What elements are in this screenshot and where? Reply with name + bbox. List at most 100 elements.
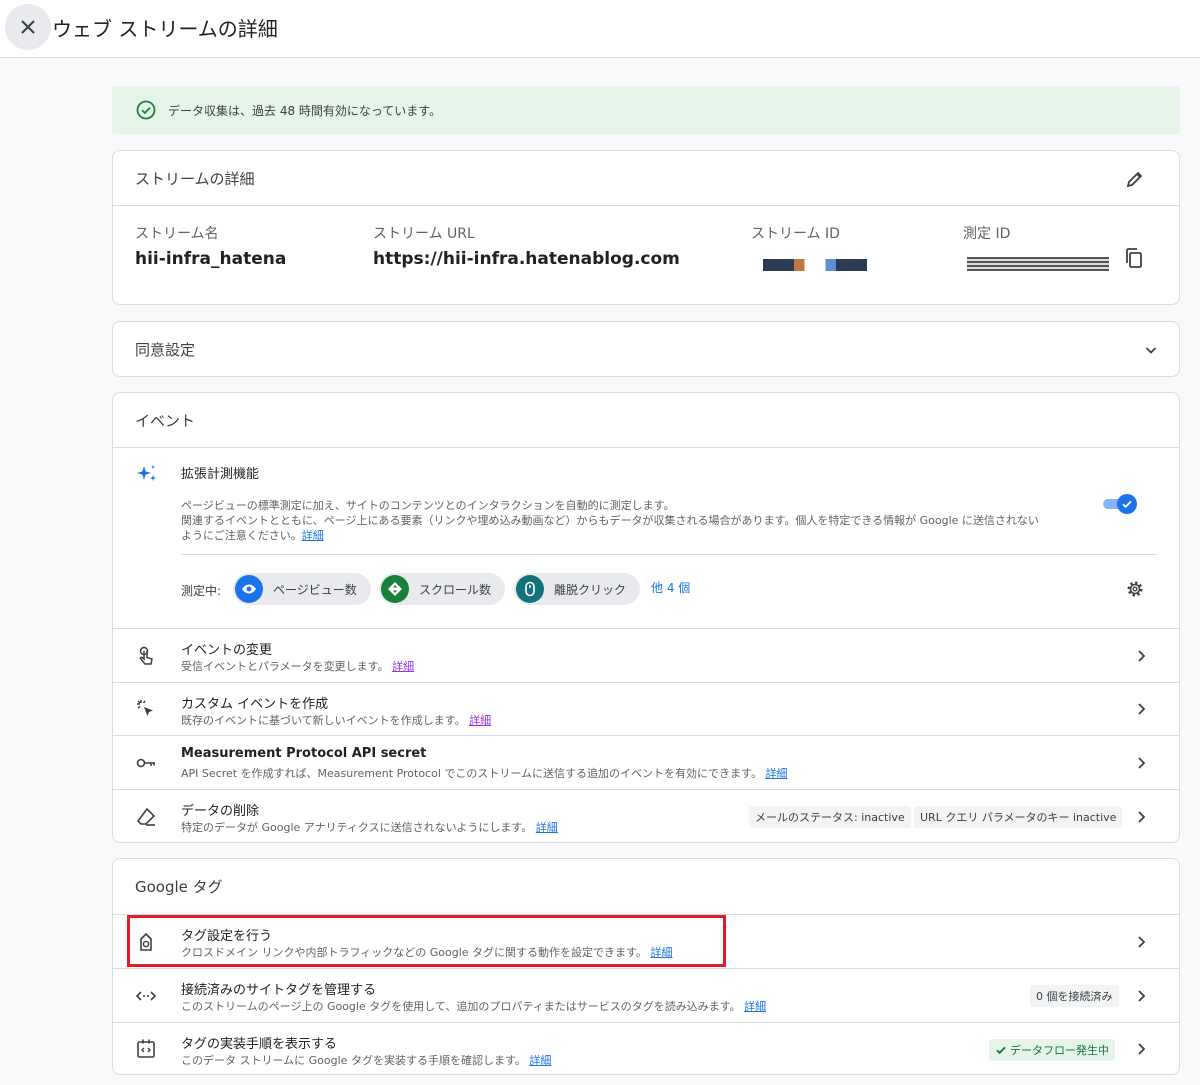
settings-button[interactable] (1125, 579, 1145, 599)
stream-name-label: ストリーム名 (135, 226, 219, 242)
row-configure-tag[interactable]: タグ設定を行う クロスドメイン リンクや内部トラフィックなどの Google タ… (113, 914, 1179, 968)
enhanced-desc-line2: 関連するイベントとともに、ページ上にある要素（リンクや埋め込み動画など）からもデ… (181, 514, 1039, 527)
learn-more-link[interactable]: 詳細 (650, 946, 672, 959)
page-title: ウェブ ストリームの詳細 (52, 17, 278, 41)
stream-details-title: ストリームの詳細 (135, 170, 255, 188)
row-title: タグ設定を行う (181, 929, 273, 944)
enhanced-measurement-toggle[interactable] (1101, 493, 1139, 515)
check-icon (996, 1046, 1006, 1055)
stream-id-label: ストリーム ID (751, 226, 840, 242)
gear-icon (1127, 581, 1143, 597)
chevron-right-icon (1133, 701, 1149, 717)
enhanced-desc-line3: ようにご注意ください。詳細 (181, 529, 324, 542)
row-data-redaction[interactable]: データの削除 特定のデータが Google アナリティクスに送信されないようにし… (113, 789, 1179, 843)
row-desc: 既存のイベントに基づいて新しいイベントを作成します。 詳細 (181, 714, 492, 727)
scroll-icon (381, 575, 409, 603)
expand-button[interactable] (1143, 342, 1159, 358)
stream-url-value: https://hii-infra.hatenablog.com (373, 249, 680, 269)
pencil-icon (1126, 171, 1143, 188)
check-icon (1122, 500, 1132, 509)
edit-button[interactable] (1125, 169, 1145, 189)
header: ウェブ ストリームの詳細 (0, 0, 1200, 58)
chip-label: スクロール数 (419, 582, 492, 597)
chip-page-views[interactable]: ページビュー数 (233, 573, 371, 605)
row-title: イベントの変更 (181, 643, 273, 658)
learn-more-link[interactable]: 詳細 (392, 660, 414, 673)
code-icon (135, 985, 157, 1007)
status-banner: データ収集は、過去 48 時間有効になっています。 (112, 86, 1180, 134)
google-tag-card: Google タグ タグ設定を行う クロスドメイン リンクや内部トラフィックなど… (112, 858, 1180, 1075)
measuring-label: 測定中: (181, 584, 222, 598)
measurement-id-label: 測定 ID (963, 226, 1011, 242)
row-title: カスタム イベントを作成 (181, 697, 329, 712)
key-icon (135, 752, 157, 774)
data-flow-status-badge: データフロー発生中 (989, 1039, 1115, 1061)
more-chips-link[interactable]: 他 4 個 (651, 579, 690, 596)
row-measurement-protocol[interactable]: Measurement Protocol API secret API Secr… (113, 735, 1179, 789)
tag-icon (135, 931, 157, 953)
enhanced-measurement-title: 拡張計測機能 (181, 467, 260, 482)
row-desc: API Secret を作成すれば、Measurement Protocol で… (181, 767, 788, 780)
chevron-right-icon (1133, 1041, 1149, 1057)
row-desc: 特定のデータが Google アナリティクスに送信されないようにします。 詳細 (181, 821, 558, 834)
learn-more-link[interactable]: 詳細 (744, 1000, 766, 1013)
learn-more-link[interactable]: 詳細 (536, 821, 558, 834)
learn-more-link[interactable]: 詳細 (302, 529, 324, 542)
sparkle-icon (135, 463, 159, 487)
enhanced-desc-line1: ページビューの標準測定に加え、サイトのコンテンツとのインタラクションを自動的に測… (181, 499, 675, 512)
connected-count-badge: 0 個を接続済み (1030, 985, 1119, 1007)
consent-title: 同意設定 (135, 341, 196, 359)
learn-more-link[interactable]: 詳細 (529, 1054, 551, 1067)
row-title: データの削除 (181, 804, 260, 819)
chip-scrolls[interactable]: スクロール数 (379, 573, 506, 605)
row-desc: クロスドメイン リンクや内部トラフィックなどの Google タグに関する動作を… (181, 946, 673, 959)
learn-more-link[interactable]: 詳細 (765, 767, 787, 780)
stream-url-label: ストリーム URL (373, 226, 475, 242)
copy-button[interactable] (1123, 247, 1145, 269)
chip-label: ページビュー数 (273, 582, 357, 597)
copy-icon (1126, 248, 1142, 268)
chevron-right-icon (1133, 755, 1149, 771)
close-icon (21, 20, 35, 34)
chevron-down-icon (1145, 347, 1157, 354)
chevron-right-icon (1133, 934, 1149, 950)
click-icon (135, 698, 157, 720)
row-desc: このデータ ストリームに Google タグを実装する手順を確認します。 詳細 (181, 1054, 552, 1067)
learn-more-link[interactable]: 詳細 (469, 714, 491, 727)
stream-name-value: hii-infra_hatena (135, 249, 287, 269)
check-circle-icon (136, 100, 156, 120)
chevron-right-icon (1133, 988, 1149, 1004)
row-modify-events[interactable]: イベントの変更 受信イベントとパラメータを変更します。 詳細 (113, 628, 1179, 682)
chip-outbound-clicks[interactable]: 離脱クリック (514, 573, 641, 605)
row-desc: このストリームのページ上の Google タグを使用して、追加のプロパティまたは… (181, 1000, 767, 1013)
chevron-right-icon (1133, 648, 1149, 664)
row-desc: 受信イベントとパラメータを変更します。 詳細 (181, 660, 415, 673)
consent-card[interactable]: 同意設定 (112, 321, 1180, 377)
stream-id-redacted (763, 259, 867, 271)
chevron-right-icon (1133, 809, 1149, 825)
divider (113, 447, 1179, 448)
divider (181, 554, 1157, 555)
row-create-custom-event[interactable]: カスタム イベントを作成 既存のイベントに基づいて新しいイベントを作成します。 … (113, 682, 1179, 735)
touch-icon (135, 645, 157, 667)
row-manage-site-tags[interactable]: 接続済みのサイトタグを管理する このストリームのページ上の Google タグを… (113, 968, 1179, 1022)
eye-icon (235, 575, 263, 603)
url-param-status-pill: URL クエリ パラメータのキー inactive (914, 806, 1123, 828)
events-card: イベント 拡張計測機能 ページビューの標準測定に加え、サイトのコンテンツとのイン… (112, 392, 1180, 843)
divider (113, 205, 1179, 206)
stream-details-card: ストリームの詳細 ストリーム名 hii-infra_hatena ストリーム U… (112, 150, 1180, 305)
email-status-pill: メールのステータス: inactive (749, 806, 911, 828)
measurement-id-redacted (967, 257, 1109, 271)
google-tag-title: Google タグ (135, 878, 223, 896)
row-title: 接続済みのサイトタグを管理する (181, 983, 377, 998)
eraser-icon (135, 806, 157, 828)
mouse-icon (516, 575, 544, 603)
row-tag-instructions[interactable]: タグの実装手順を表示する このデータ ストリームに Google タグを実装する… (113, 1022, 1179, 1075)
events-title: イベント (135, 412, 196, 430)
row-title: Measurement Protocol API secret (181, 746, 427, 761)
code-window-icon (135, 1038, 157, 1060)
close-button[interactable] (5, 4, 51, 50)
chip-label: 離脱クリック (554, 582, 627, 597)
row-title: タグの実装手順を表示する (181, 1037, 338, 1052)
banner-text: データ収集は、過去 48 時間有効になっています。 (168, 103, 442, 118)
